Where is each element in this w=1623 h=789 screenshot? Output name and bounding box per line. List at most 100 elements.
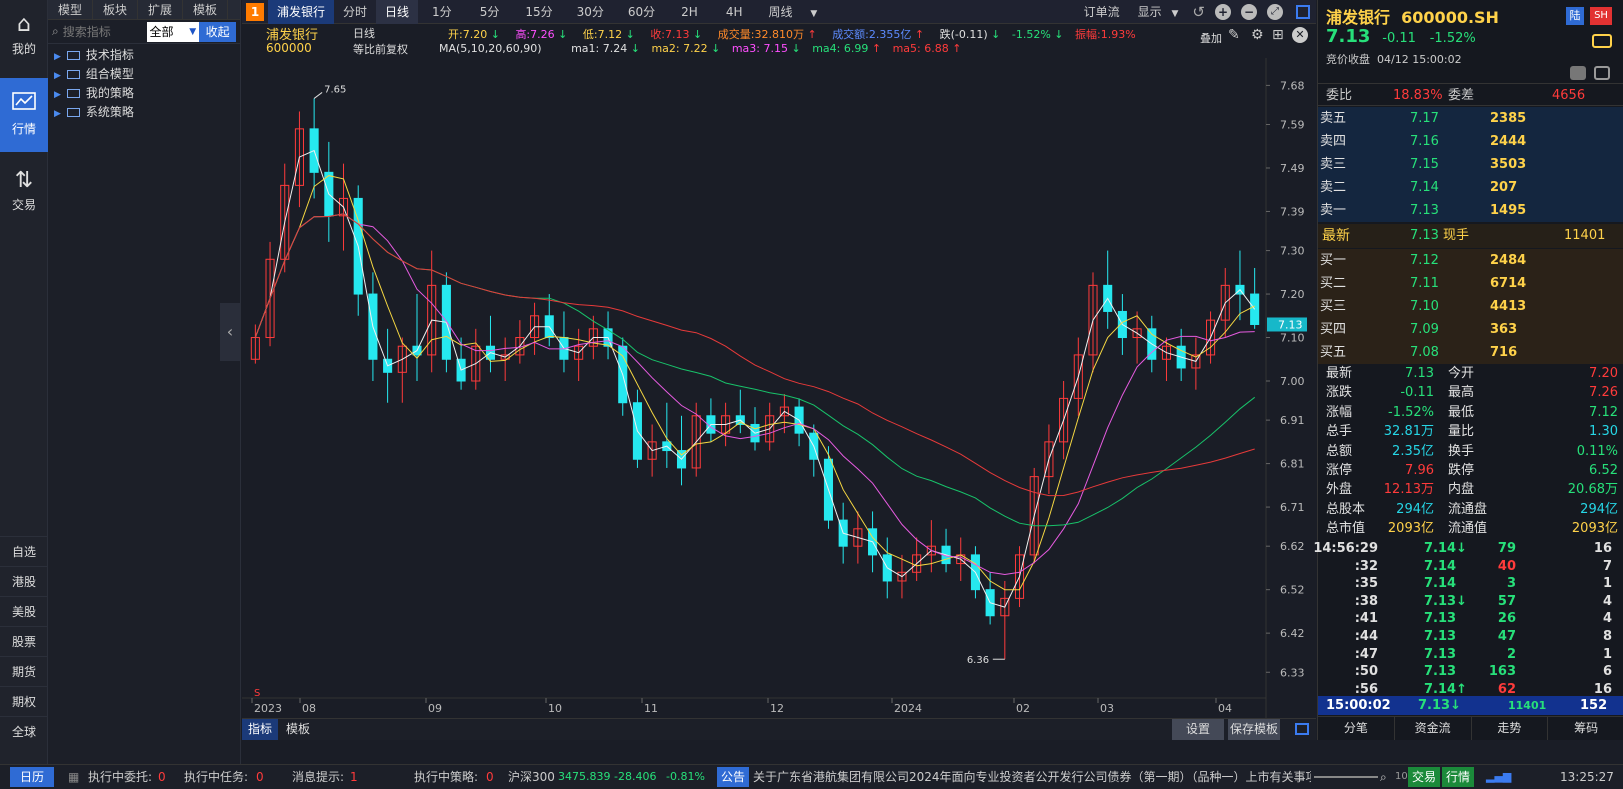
tab-trend[interactable]: 走势 bbox=[1472, 717, 1549, 740]
ma2-line bbox=[254, 175, 1255, 591]
nav-options[interactable]: 期权 bbox=[0, 686, 48, 716]
strategy-count[interactable]: 0 bbox=[486, 765, 494, 789]
tick-row: 14:56:29 7.14↓ 79 16 bbox=[1313, 541, 1612, 556]
stat-row: 涨停 7.96 跌停 6.52 bbox=[1326, 463, 1618, 478]
tab-chips[interactable]: 筹码 bbox=[1548, 717, 1623, 740]
tab-stock[interactable]: 浦发银行 bbox=[268, 0, 335, 24]
nav-trade[interactable]: ⇅ 交易 bbox=[0, 166, 48, 222]
collapse-button[interactable]: 收起 bbox=[199, 21, 236, 42]
kline-chart[interactable]: 7.68 7.59 7.49 7.39 7.30 7.20 7.10 7.00 6.91 6.81… bbox=[242, 58, 1316, 718]
undo-icon[interactable]: ↺ bbox=[1192, 3, 1205, 21]
low-label: 6.36 bbox=[967, 655, 989, 666]
tab-4h[interactable]: 4H bbox=[712, 0, 757, 24]
trade-button[interactable]: 交易 bbox=[1408, 767, 1441, 787]
notice-ticker[interactable]: 关于广东省港航集团有限公司2024年面向专业投资者公开发行公司债券（第一期）（品… bbox=[753, 765, 1311, 789]
y-tick-label: 7.00 bbox=[1280, 375, 1305, 388]
index-name[interactable]: 沪深300 bbox=[508, 765, 555, 789]
display-menu[interactable]: 显示 ▼ bbox=[1129, 0, 1188, 24]
ask-row[interactable]: 卖二 7.14 207 bbox=[1318, 176, 1623, 199]
nav-us[interactable]: 美股 bbox=[0, 596, 48, 626]
tree-item-combo[interactable]: ▶ 组合模型 bbox=[48, 65, 240, 84]
tab-15min[interactable]: 15分 bbox=[513, 0, 564, 24]
tree-item-sysstrategy[interactable]: ▶ 系统策略 bbox=[48, 103, 240, 122]
tab-template-bottom[interactable]: 模板 bbox=[282, 719, 314, 740]
tab-60min[interactable]: 60分 bbox=[616, 0, 667, 24]
nav-futures[interactable]: 期货 bbox=[0, 656, 48, 686]
tab-30min[interactable]: 30分 bbox=[565, 0, 616, 24]
magnifier-icon[interactable]: ⌕ bbox=[1380, 765, 1387, 789]
tree-item-mystrategy[interactable]: ▶ 我的策略 bbox=[48, 84, 240, 103]
y-tick-label: 6.42 bbox=[1280, 627, 1305, 640]
nav-market[interactable]: 行情 bbox=[0, 78, 48, 152]
layout-icon[interactable]: ⊞ bbox=[1272, 27, 1284, 43]
ask-row[interactable]: 卖三 7.15 3503 bbox=[1318, 153, 1623, 176]
nav-watchlist[interactable]: 自选 bbox=[0, 536, 48, 566]
bid-row[interactable]: 买一 7.12 2484 bbox=[1318, 249, 1623, 272]
tab-capital-flow[interactable]: 资金流 bbox=[1395, 717, 1472, 740]
nav-hk[interactable]: 港股 bbox=[0, 566, 48, 596]
window-toggle-icon[interactable] bbox=[1295, 723, 1309, 735]
bid-row[interactable]: 买五 7.08 716 bbox=[1318, 341, 1623, 364]
nav-my[interactable]: ⌂ 我的 bbox=[0, 10, 48, 66]
bid-row[interactable]: 买四 7.09 363 bbox=[1318, 318, 1623, 341]
quote-panel: 浦发银行 600000.SH 陆 SH 7.13 -0.11 -1.52% 竞价… bbox=[1313, 0, 1623, 740]
tab-model[interactable]: 模型 bbox=[48, 0, 94, 19]
tab-5min[interactable]: 5分 bbox=[466, 0, 514, 24]
order-flow-button[interactable]: 订单流 bbox=[1075, 0, 1129, 24]
tick-row: :35 7.14 3 1 bbox=[1354, 576, 1612, 592]
tab-daily[interactable]: 日线 bbox=[376, 0, 419, 24]
ask-row[interactable]: 卖一 7.13 1495 bbox=[1318, 199, 1623, 222]
stock-code: 600000 bbox=[266, 41, 312, 55]
tab-ticks[interactable]: 分笔 bbox=[1318, 717, 1395, 740]
tree-item-tech[interactable]: ▶ 技术指标 bbox=[48, 46, 240, 65]
quote-title: 浦发银行 600000.SH bbox=[1326, 8, 1499, 27]
settings-button[interactable]: 设置 bbox=[1172, 719, 1225, 740]
close-panel-icon[interactable] bbox=[1594, 66, 1610, 80]
ask-row[interactable]: 卖四 7.16 2444 bbox=[1318, 130, 1623, 153]
tab-indicator[interactable]: 指标 bbox=[242, 719, 279, 740]
ask-row[interactable]: 卖五 7.17 2385 bbox=[1318, 107, 1623, 130]
favorite-icon[interactable] bbox=[1592, 34, 1612, 48]
tab-1min[interactable]: 1分 bbox=[418, 0, 466, 24]
stat-row: 最新 7.13 今开 7.20 bbox=[1326, 366, 1618, 381]
tab-template[interactable]: 模板 bbox=[183, 0, 229, 19]
fullscreen-icon[interactable]: ⤢ bbox=[1267, 3, 1283, 20]
message-count[interactable]: 1 bbox=[350, 765, 358, 789]
collapse-panel-handle[interactable]: ‹ bbox=[220, 303, 240, 361]
signal-marker: S bbox=[254, 688, 260, 699]
zoom-out-icon[interactable]: − bbox=[1241, 3, 1257, 20]
kline-svg[interactable]: 7.68 7.59 7.49 7.39 7.30 7.20 7.10 7.00 6.91 6.81… bbox=[242, 58, 1316, 718]
nav-global[interactable]: 全球 bbox=[0, 716, 48, 746]
tab-2h[interactable]: 2H bbox=[667, 0, 712, 24]
message-icon[interactable] bbox=[1570, 66, 1586, 80]
stat-row: 外盘 12.13万 内盘 20.68万 bbox=[1326, 482, 1618, 498]
nav-stocks[interactable]: 股票 bbox=[0, 626, 48, 656]
y-tick-label: 7.10 bbox=[1280, 332, 1305, 345]
close-icon[interactable]: ✕ bbox=[1292, 27, 1308, 43]
zoom-in-icon[interactable]: + bbox=[1215, 3, 1231, 20]
calendar-button[interactable]: 日历 bbox=[10, 767, 55, 787]
edit-icon[interactable]: ✎ bbox=[1228, 27, 1240, 43]
bid-row[interactable]: 买三 7.10 4413 bbox=[1318, 295, 1623, 318]
task-count[interactable]: 0 bbox=[256, 765, 264, 789]
bid-row[interactable]: 买二 7.11 6714 bbox=[1318, 272, 1623, 295]
save-template-button[interactable]: 保存模板 bbox=[1228, 719, 1281, 740]
zoom-slider[interactable] bbox=[1314, 776, 1378, 778]
expand-arrow-icon: ▶ bbox=[54, 71, 61, 81]
entrust-count[interactable]: 0 bbox=[158, 765, 166, 789]
tab-sector[interactable]: 板块 bbox=[93, 0, 139, 19]
ma1-line bbox=[254, 149, 1256, 608]
quote-button[interactable]: 行情 bbox=[1442, 767, 1475, 787]
tab-weekly[interactable]: 周线 ▼ bbox=[757, 0, 830, 24]
panel-toggle-icon[interactable] bbox=[1296, 4, 1310, 19]
overlay-button[interactable]: 叠加 bbox=[1200, 30, 1222, 46]
scope-select[interactable]: 全部 ▼ bbox=[147, 21, 200, 42]
hk-connect-badge: 陆 bbox=[1566, 7, 1584, 25]
search-input[interactable]: 搜索指标 bbox=[63, 22, 148, 42]
window-number-badge[interactable]: 1 bbox=[246, 2, 264, 21]
tab-extension[interactable]: 扩展 bbox=[138, 0, 184, 19]
folder-icon bbox=[66, 89, 80, 98]
settings-icon[interactable]: ⚙ bbox=[1251, 27, 1264, 43]
stat-row: 涨跌 -0.11 最高 7.26 bbox=[1326, 385, 1618, 401]
tab-intraday[interactable]: 分时 bbox=[334, 0, 376, 24]
